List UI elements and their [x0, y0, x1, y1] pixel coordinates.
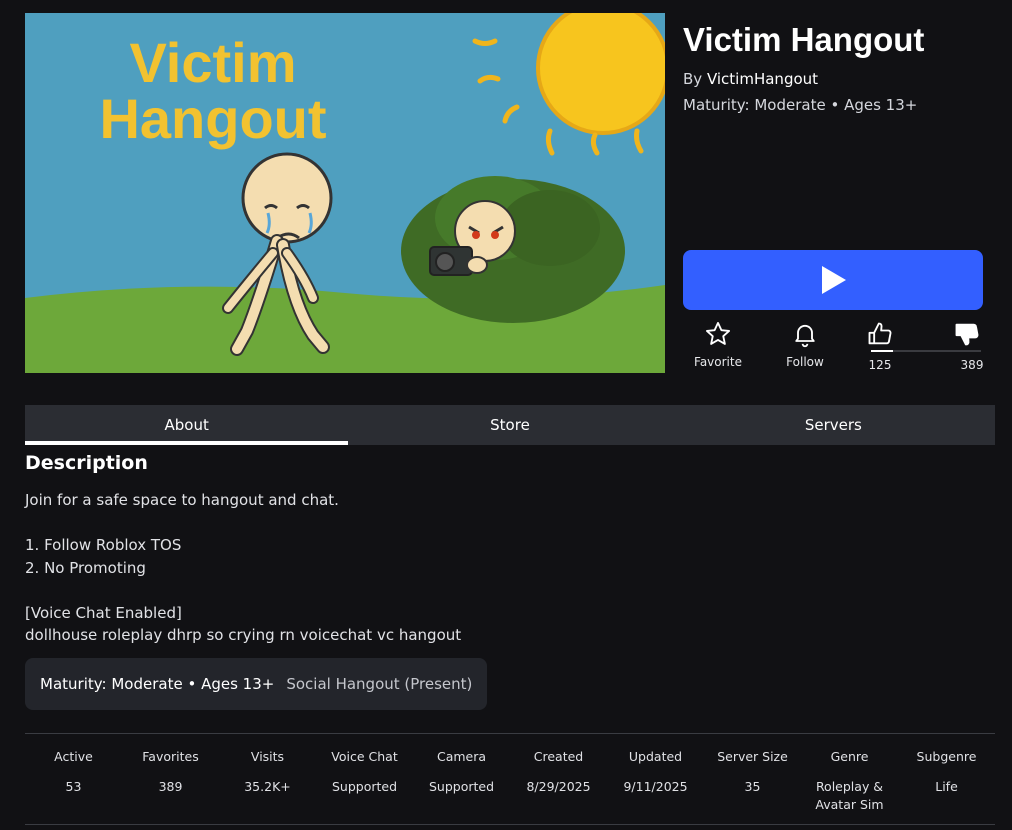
stats-table: Active 53 Favorites 389 Visits 35.2K+ Vo… [25, 733, 995, 825]
stat-value[interactable]: Roleplay & Avatar Sim [801, 778, 898, 814]
tab-about[interactable]: About [25, 405, 349, 445]
stat-label: Active [54, 749, 93, 764]
tags-pill: Maturity: Moderate • Ages 13+ Social Han… [25, 658, 488, 710]
vote-ratio-fill [871, 350, 893, 352]
stat-label: Favorites [142, 749, 199, 764]
stat-label: Server Size [717, 749, 788, 764]
tab-store[interactable]: Store [348, 405, 671, 445]
play-button[interactable] [683, 250, 983, 310]
favorite-label: Favorite [694, 355, 742, 369]
stat-value: 389 [158, 779, 183, 794]
stat-value: Supported [331, 779, 398, 794]
star-icon [705, 321, 731, 345]
stat-value: 9/11/2025 [623, 779, 688, 794]
downvote-count: 389 [960, 358, 984, 372]
stat-created: Created 8/29/2025 [510, 734, 607, 824]
stat-label: Voice Chat [331, 749, 398, 764]
thumbnail-title-line-2: Hangout [99, 87, 327, 150]
genre-tag[interactable]: Social Hangout (Present) [286, 675, 472, 693]
stat-genre: Genre Roleplay & Avatar Sim [801, 734, 898, 824]
action-row: Favorite Follow 125 389 [683, 320, 993, 376]
stat-value: 35 [744, 779, 761, 794]
description-heading: Description [25, 452, 148, 474]
stat-active: Active 53 [25, 734, 122, 824]
follow-button[interactable]: Follow [770, 320, 840, 369]
game-info: Victim Hangout By VictimHangout Maturity… [683, 20, 993, 114]
bell-icon [795, 324, 815, 348]
creator-prefix: By [683, 70, 703, 88]
creator-line: By VictimHangout [683, 70, 993, 88]
stat-camera: Camera Supported [413, 734, 510, 824]
play-icon [822, 266, 846, 294]
stat-voice-chat: Voice Chat Supported [316, 734, 413, 824]
stat-value: 8/29/2025 [526, 779, 591, 794]
stat-server-size: Server Size 35 [704, 734, 801, 824]
stat-label: Camera [436, 749, 487, 764]
favorite-button[interactable]: Favorite [683, 320, 753, 369]
stat-value: 53 [65, 779, 82, 794]
stat-subgenre: Subgenre Life [898, 734, 995, 824]
stat-label: Updated [628, 749, 683, 764]
stat-value[interactable]: Life [898, 778, 995, 796]
thumbs-up-icon [868, 322, 892, 345]
tab-servers[interactable]: Servers [672, 405, 995, 445]
stat-visits: Visits 35.2K+ [219, 734, 316, 824]
upvote-button[interactable] [845, 320, 915, 352]
stat-favorites: Favorites 389 [122, 734, 219, 824]
follow-label: Follow [786, 355, 824, 369]
thumbs-down-icon [955, 323, 979, 346]
tab-bar: About Store Servers [25, 405, 995, 445]
stat-label: Created [533, 749, 584, 764]
vote-ratio-bar [871, 350, 981, 352]
stat-label: Visits [250, 749, 285, 764]
thumbnail-title: Victim Hangout [83, 35, 343, 147]
stat-value: 35.2K+ [244, 779, 291, 794]
stat-updated: Updated 9/11/2025 [607, 734, 704, 824]
stat-label: Subgenre [916, 749, 977, 764]
thumbnail-title-line-1: Victim [129, 31, 297, 94]
game-thumbnail: Victim Hangout [25, 13, 665, 373]
maturity-rating: Maturity: Moderate • Ages 13+ [683, 96, 918, 114]
creator-link[interactable]: VictimHangout [707, 70, 818, 88]
stat-value: Supported [428, 779, 495, 794]
downvote-button[interactable] [937, 320, 997, 352]
maturity-tag: Maturity: Moderate • Ages 13+ [40, 675, 275, 693]
upvote-count: 125 [868, 358, 892, 372]
game-title: Victim Hangout [683, 21, 925, 58]
description-body: Join for a safe space to hangout and cha… [25, 491, 462, 644]
stat-label: Genre [830, 749, 869, 764]
